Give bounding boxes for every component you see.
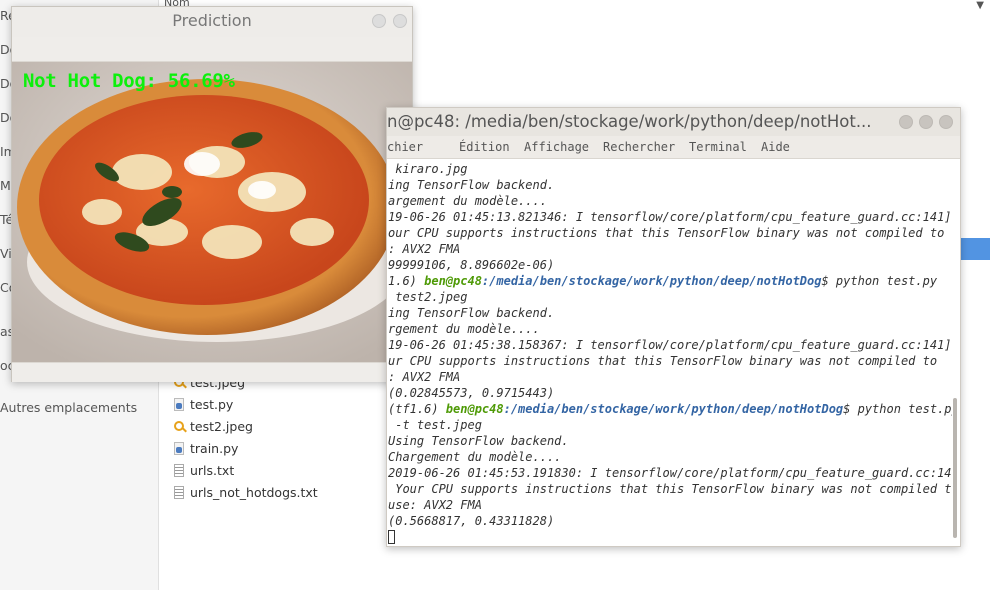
- scrollbar[interactable]: [953, 398, 957, 538]
- terminal-line: Chargement du modèle....: [388, 450, 562, 464]
- terminal-line: ing TensorFlow backend.: [388, 178, 555, 192]
- terminal-line: Your CPU supports instructions that this…: [388, 482, 952, 496]
- selection-highlight: [960, 238, 990, 260]
- menu-terminal[interactable]: Terminal: [689, 140, 747, 154]
- menu-help[interactable]: Aide: [761, 140, 790, 154]
- prompt-user: ben@pc48: [445, 402, 504, 416]
- terminal-line: 19-06-26 01:45:13.821346: I tensorflow/c…: [388, 210, 952, 224]
- menu-edit[interactable]: Édition: [459, 140, 510, 154]
- status-bar: [12, 362, 412, 382]
- prompt-cmd: $ python test.py: [843, 402, 952, 416]
- terminal-title: n@pc48: /media/ben/stockage/work/python/…: [387, 112, 872, 131]
- cursor-line: [388, 529, 952, 545]
- file-name: test2.jpeg: [190, 418, 253, 434]
- terminal-line: kiraro.jpg: [388, 162, 468, 176]
- prompt-prefix: (tf1.6): [388, 402, 446, 416]
- terminal-menubar: chier Édition Affichage Rechercher Termi…: [387, 136, 960, 159]
- terminal-line: 2019-06-26 01:45:53.191830: I tensorflow…: [388, 466, 952, 480]
- terminal-line: -t test.jpeg: [388, 418, 482, 432]
- sidebar-item-videos[interactable]: Vi: [0, 246, 12, 261]
- terminal-line: 1.6) ben@pc48:/media/ben/stockage/work/p…: [388, 273, 952, 289]
- menu-view[interactable]: Affichage: [524, 140, 589, 154]
- image-file-icon: [174, 421, 184, 431]
- chevron-down-icon[interactable]: ▼: [976, 0, 984, 11]
- file-item[interactable]: test2.jpeg: [174, 416, 253, 436]
- terminal-output[interactable]: kiraro.jpg ing TensorFlow backend. argemen…: [387, 159, 952, 546]
- terminal-line: rgement du modèle....: [388, 322, 540, 336]
- minimize-button[interactable]: [372, 14, 386, 28]
- pizza-illustration: [12, 62, 412, 362]
- terminal-titlebar[interactable]: n@pc48: /media/ben/stockage/work/python/…: [387, 108, 960, 136]
- terminal-line: ur CPU supports instructions that this T…: [388, 354, 938, 368]
- file-item[interactable]: urls_not_hotdogs.txt: [174, 482, 318, 502]
- close-button[interactable]: [393, 14, 407, 28]
- terminal-line: (0.02845573, 0.9715443): [388, 386, 555, 400]
- pizza-image: Not Hot Dog: 56.69%: [12, 62, 412, 362]
- terminal-line: our CPU supports instructions that this …: [388, 226, 945, 240]
- terminal-line: ing TensorFlow backend.: [388, 306, 555, 320]
- python-file-icon: [174, 441, 184, 455]
- text-cursor: [388, 530, 395, 544]
- file-name: train.py: [190, 440, 239, 456]
- prompt-path: :/media/ben/stockage/work/python/deep/no…: [503, 402, 844, 416]
- close-button[interactable]: [939, 115, 953, 129]
- file-item[interactable]: urls.txt: [174, 460, 234, 480]
- terminal-lines: kiraro.jpg ing TensorFlow backend. argemen…: [388, 161, 952, 545]
- window-title[interactable]: Prediction: [12, 7, 412, 37]
- python-file-icon: [174, 397, 184, 411]
- menu-search[interactable]: Rechercher: [603, 140, 675, 154]
- sidebar-item-other-locations[interactable]: Autres emplacements: [0, 400, 137, 415]
- file-name: urls.txt: [190, 462, 235, 478]
- file-item[interactable]: train.py: [174, 438, 238, 458]
- terminal-line: : AVX2 FMA: [388, 370, 461, 384]
- menu-file[interactable]: chier: [387, 140, 423, 154]
- maximize-button[interactable]: [919, 115, 933, 129]
- prompt-path: :/media/ben/stockage/work/python/deep/no…: [481, 274, 822, 288]
- file-name: urls_not_hotdogs.txt: [190, 484, 318, 500]
- prompt-prefix: 1.6): [388, 274, 425, 288]
- text-file-icon: [174, 485, 184, 499]
- minimize-button[interactable]: [899, 115, 913, 129]
- terminal-line: Using TensorFlow backend.: [388, 434, 569, 448]
- terminal-line: 19-06-26 01:45:38.158367: I tensorflow/c…: [388, 338, 952, 352]
- text-file-icon: [174, 463, 184, 477]
- prompt-cmd: $ python test.py: [821, 274, 938, 288]
- terminal-line: 99999106, 8.896602e-06): [388, 258, 555, 272]
- file-item[interactable]: test.py: [174, 394, 233, 414]
- file-name: test.py: [190, 396, 234, 412]
- terminal-window[interactable]: n@pc48: /media/ben/stockage/work/python/…: [386, 107, 961, 547]
- terminal-line: use: AVX2 FMA: [388, 498, 482, 512]
- terminal-line: (0.5668817, 0.43311828): [388, 514, 555, 528]
- terminal-line: argement du modèle....: [388, 194, 547, 208]
- prediction-label: Not Hot Dog: 56.69%: [23, 70, 235, 92]
- prompt-user: ben@pc48: [424, 274, 482, 288]
- prediction-window[interactable]: Prediction Not Hot Dog: 56.69%: [11, 6, 413, 382]
- terminal-line: test2.jpeg: [388, 290, 468, 304]
- terminal-line: : AVX2 FMA: [388, 242, 461, 256]
- toolbar: [12, 37, 412, 62]
- terminal-line: (tf1.6) ben@pc48:/media/ben/stockage/wor…: [388, 401, 952, 417]
